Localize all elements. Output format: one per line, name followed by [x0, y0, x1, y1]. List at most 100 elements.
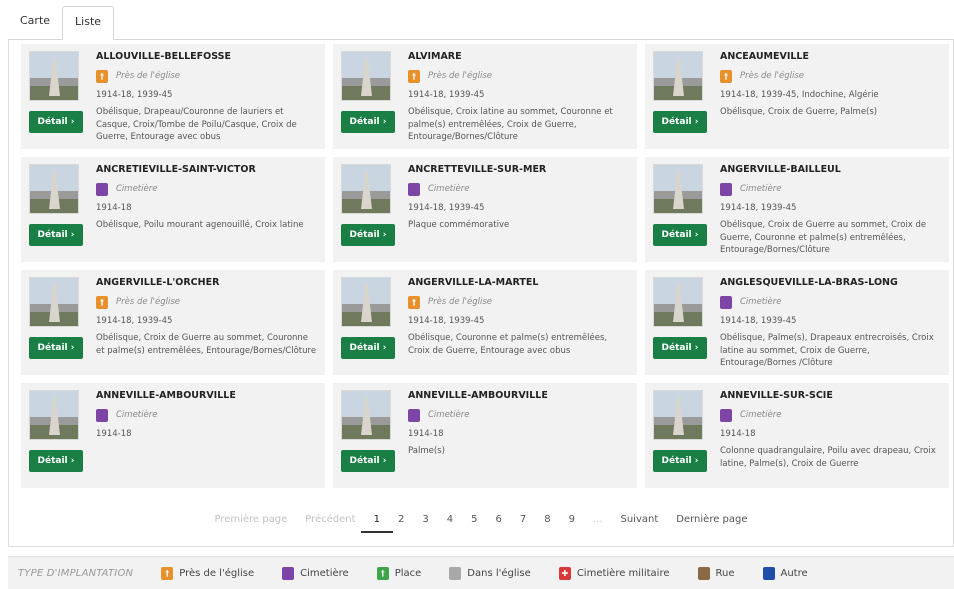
implantation-label: Cimetière: [740, 410, 782, 420]
monument-description: Colonne quadrangulaire, Poilu avec drape…: [720, 446, 936, 469]
implantation-type: Cimetière: [720, 407, 943, 423]
monument-photo[interactable]: [341, 277, 391, 327]
monument-photo[interactable]: [29, 51, 79, 101]
monument-card: Détail › ANGLESQUEVILLE-LA-BRAS-LONG Cimet…: [645, 270, 949, 375]
detail-button[interactable]: Détail ›: [341, 224, 395, 246]
page-number-8[interactable]: 8: [535, 509, 559, 531]
cimetiere-marker-icon: [408, 408, 420, 422]
implantation-label: Cimetière: [740, 297, 782, 307]
detail-button[interactable]: Détail ›: [341, 337, 395, 359]
page-ellipsis: ...: [592, 514, 603, 525]
detail-button[interactable]: Détail ›: [29, 111, 83, 133]
monument-info: ANCEAUMEVILLE † Près de l'église 1914-18, 1…: [720, 51, 943, 119]
legend-items: † Près de l'église Cimetière † Place Dans l'é…: [161, 566, 835, 580]
monument-info: ANGERVILLE-LA-MARTEL † Près de l'église 191…: [408, 277, 631, 357]
monument-photo[interactable]: [29, 164, 79, 214]
page-number-2[interactable]: 2: [389, 509, 413, 531]
legend-label: Place: [394, 567, 422, 579]
implantation-type: † Près de l'église: [408, 68, 631, 84]
monument-card: Détail › ANGERVILLE-LA-MARTEL † Près de l'é…: [333, 270, 637, 375]
cimetiere-marker-icon: [96, 182, 108, 196]
legend-label: Près de l'église: [179, 567, 255, 579]
legend-label: Cimetière: [300, 567, 349, 579]
page-number-4[interactable]: 4: [438, 509, 462, 531]
implantation-type: † Près de l'église: [720, 68, 943, 84]
monument-photo[interactable]: [653, 51, 703, 101]
previous-page-link[interactable]: Précédent: [296, 509, 364, 531]
monument-photo[interactable]: [653, 164, 703, 214]
implantation-type: Cimetière: [720, 181, 943, 197]
conflict-years: 1914-18, 1939-45: [96, 316, 173, 326]
implantation-type: † Près de l'église: [408, 294, 631, 310]
monument-photo[interactable]: [653, 277, 703, 327]
list-panel: Détail › ALLOUVILLE-BELLEFOSSE † Près de l'…: [8, 39, 954, 547]
monument-name[interactable]: ANNEVILLE-AMBOURVILLE: [96, 390, 319, 402]
page-number-1[interactable]: 1: [360, 509, 394, 533]
monument-name[interactable]: ANNEVILLE-SUR-SCIE: [720, 390, 943, 402]
monument-name[interactable]: ANCEAUMEVILLE: [720, 51, 943, 63]
legend-item-eglise: † Près de l'église: [161, 566, 255, 580]
implantation-label: Près de l'église: [428, 297, 493, 307]
detail-button[interactable]: Détail ›: [341, 111, 395, 133]
monument-name[interactable]: ANNEVILLE-AMBOURVILLE: [408, 390, 631, 402]
monument-photo[interactable]: [29, 277, 79, 327]
monument-name[interactable]: ANGLESQUEVILLE-LA-BRAS-LONG: [720, 277, 943, 289]
detail-button[interactable]: Détail ›: [341, 450, 395, 472]
detail-button[interactable]: Détail ›: [653, 111, 707, 133]
monument-name[interactable]: ALLOUVILLE-BELLEFOSSE: [96, 51, 319, 63]
tab-carte[interactable]: Carte: [8, 6, 62, 40]
eglise-marker-icon: †: [96, 295, 108, 309]
monument-photo[interactable]: [29, 390, 79, 440]
monument-name[interactable]: ANCRETTEVILLE-SUR-MER: [408, 164, 631, 176]
implantation-type: Cimetière: [720, 294, 943, 310]
conflict-years: 1914-18: [408, 429, 444, 439]
next-page-link[interactable]: Suivant: [611, 509, 667, 531]
conflict-years: 1914-18, 1939-45, Indochine, Algérie: [720, 90, 879, 100]
monument-card: Détail › ANGERVILLE-BAILLEUL Cimetière 1914…: [645, 157, 949, 262]
implantation-type: † Près de l'église: [96, 68, 319, 84]
implantation-label: Près de l'église: [740, 71, 805, 81]
detail-button[interactable]: Détail ›: [653, 337, 707, 359]
legend-label: Rue: [715, 567, 735, 579]
monument-photo[interactable]: [653, 390, 703, 440]
cimetiere-marker-icon: [96, 408, 108, 422]
tab-liste[interactable]: Liste: [62, 6, 115, 40]
detail-button[interactable]: Détail ›: [29, 450, 83, 472]
monument-description: Obélisque, Drapeau/Couronne de lauriers …: [96, 107, 297, 142]
page-number-5[interactable]: 5: [462, 509, 486, 531]
monument-name[interactable]: ANCRETIÉVILLE-SAINT-VICTOR: [96, 164, 319, 176]
detail-button[interactable]: Détail ›: [29, 224, 83, 246]
last-page-link[interactable]: Dernière page: [667, 509, 756, 531]
monument-description: Obélisque, Croix de Guerre au sommet, Cr…: [720, 220, 927, 255]
page-number-3[interactable]: 3: [413, 509, 437, 531]
monument-name[interactable]: ANGERVILLE-LA-MARTEL: [408, 277, 631, 289]
monument-card: Détail › ANGERVILLE-L'ORCHER † Près de l'ég…: [21, 270, 325, 375]
detail-button[interactable]: Détail ›: [653, 450, 707, 472]
detail-button[interactable]: Détail ›: [29, 337, 83, 359]
legend-item-militaire: ✚ Cimetière militaire: [558, 566, 670, 580]
conflict-years: 1914-18, 1939-45: [408, 203, 485, 213]
monument-photo[interactable]: [341, 164, 391, 214]
monument-card: Détail › ANCEAUMEVILLE † Près de l'église 19…: [645, 44, 949, 149]
monument-name[interactable]: ALVIMARE: [408, 51, 631, 63]
monument-description: Obélisque, Palme(s), Drapeaux entrecrois…: [720, 333, 934, 368]
monument-card: Détail › ANNEVILLE-AMBOURVILLE Cimetière 19…: [21, 383, 325, 488]
monument-name[interactable]: ANGERVILLE-BAILLEUL: [720, 164, 943, 176]
monument-name[interactable]: ANGERVILLE-L'ORCHER: [96, 277, 319, 289]
page-number-9[interactable]: 9: [560, 509, 584, 531]
legend-item-place: † Place: [376, 566, 422, 580]
page-number-7[interactable]: 7: [511, 509, 535, 531]
conflict-years: 1914-18, 1939-45: [720, 316, 797, 326]
cimetiere-marker-icon: [720, 295, 732, 309]
implantation-type: † Près de l'église: [96, 294, 319, 310]
conflict-years: 1914-18, 1939-45: [720, 203, 797, 213]
page-number-6[interactable]: 6: [486, 509, 510, 531]
cimetiere-marker-icon: [282, 566, 295, 580]
detail-button[interactable]: Détail ›: [653, 224, 707, 246]
monument-photo[interactable]: [341, 51, 391, 101]
monument-photo[interactable]: [341, 390, 391, 440]
page-numbers: 1 2 3 4 5 6 7 8 9...: [360, 509, 612, 533]
monument-description: Obélisque, Croix latine au sommet, Couro…: [408, 107, 613, 142]
implantation-label: Cimetière: [428, 410, 470, 420]
first-page-link[interactable]: Première page: [205, 509, 296, 531]
